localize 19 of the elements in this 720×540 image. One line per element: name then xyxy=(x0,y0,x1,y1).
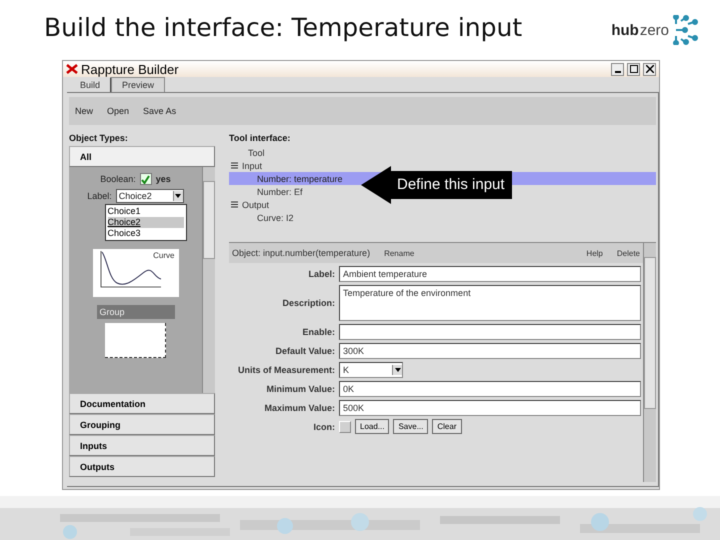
field-label: Minimum Value: xyxy=(265,383,335,394)
field-label: Maximum Value: xyxy=(263,402,335,413)
field-label: Description: xyxy=(281,297,335,308)
slide-title: Build the interface: Temperature input xyxy=(44,12,524,44)
window-title: Rappture Builder xyxy=(81,62,179,76)
hubzero-logo: hubzero xyxy=(611,15,698,45)
object-path: Object: input.number(temperature) xyxy=(232,248,370,258)
group-bar: Group xyxy=(96,305,174,319)
field-label: Enable: xyxy=(301,326,335,337)
field-label: Label: xyxy=(307,268,335,279)
boolean-label: Boolean: xyxy=(100,174,136,184)
field-label: Units of Measurement: xyxy=(236,364,335,375)
curve-label: Curve xyxy=(153,251,174,260)
choice-label: Label: xyxy=(87,191,112,201)
checkbox-label: yes xyxy=(156,174,171,184)
field-label: Default Value: xyxy=(274,345,335,356)
field-label: Icon: xyxy=(312,421,335,432)
section-heading: Tool interface: xyxy=(229,133,292,143)
section-heading: Object Types: xyxy=(69,133,129,143)
